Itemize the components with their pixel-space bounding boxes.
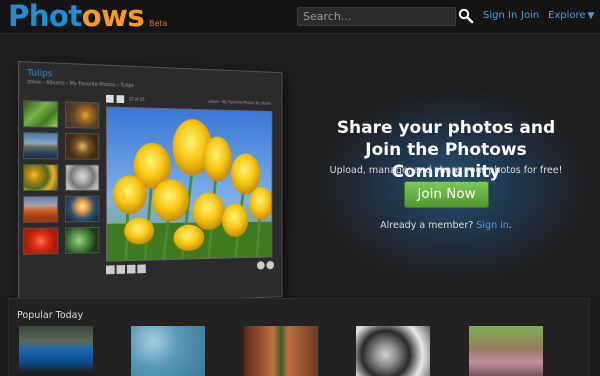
popular-today-section: Popular Today — [8, 298, 590, 376]
hero-headline-line2: Join the Photows Community — [365, 140, 527, 182]
popular-photo-people[interactable] — [469, 326, 543, 376]
facebook-icon[interactable] — [106, 265, 115, 275]
popular-photo-droplets[interactable] — [131, 326, 205, 376]
member-text: Already a member? — [380, 220, 474, 231]
hero-subtitle: Upload, manage, and share your photos fo… — [329, 165, 563, 176]
thumbnail-bee — [65, 101, 100, 129]
popular-photo-christmas-tree[interactable] — [244, 326, 318, 376]
photo-album-label: album: My Favorite Photos by steve — [208, 99, 271, 106]
share-icon[interactable] — [126, 264, 136, 274]
prev-icon[interactable] — [106, 94, 114, 103]
hero-headline-line1: Share your photos and — [336, 118, 556, 138]
tulips-image — [106, 107, 273, 262]
thumbnail-insect — [65, 132, 100, 160]
popular-photo-tire[interactable] — [356, 326, 430, 376]
favorite-icon[interactable] — [266, 260, 275, 270]
app-preview: Tulips steve › Albums › My Favorite Phot… — [18, 61, 303, 311]
logo[interactable]: Photows — [8, 0, 145, 33]
member-sign-in-link[interactable]: Sign in — [476, 220, 508, 231]
thumbnail-sunflowers — [23, 164, 59, 191]
beta-badge: Beta — [149, 19, 168, 28]
explore-label: Explore — [548, 10, 586, 21]
search-input[interactable] — [297, 7, 456, 26]
embed-icon[interactable] — [137, 264, 146, 274]
thumbnail-desert — [23, 195, 59, 223]
preview-breadcrumb: steve › Albums › My Favorite Photos › Tu… — [27, 79, 134, 89]
photo-counter: 12 of 20 — [128, 96, 145, 102]
main-photo-tulips — [106, 106, 273, 262]
member-prompt: Already a member? Sign in. — [317, 220, 575, 231]
thumbnail-jellyfish — [65, 195, 100, 223]
thumbnail-red-flower — [23, 227, 59, 255]
sign-in-link[interactable]: Sign In — [483, 10, 517, 21]
popular-photo-car[interactable] — [19, 326, 93, 376]
explore-menu[interactable]: Explore ▼ — [548, 10, 594, 21]
caret-down-icon: ▼ — [587, 11, 595, 21]
logo-text-accent: ows — [81, 0, 145, 33]
search-icon[interactable] — [458, 8, 474, 24]
preview-screen: Tulips steve › Albums › My Favorite Phot… — [18, 61, 283, 308]
twitter-icon[interactable] — [116, 265, 126, 274]
thumbnail-grass — [23, 100, 59, 128]
join-link[interactable]: Join — [521, 10, 539, 21]
thumbnail-koala — [65, 164, 100, 191]
top-bar: Photows Beta Sign In Join Explore▼ — [0, 0, 600, 33]
popular-title: Popular Today — [17, 310, 84, 321]
preview-album-title: Tulips — [27, 68, 53, 80]
member-period: . — [508, 220, 512, 231]
next-icon[interactable] — [116, 95, 125, 104]
hero-section: Tulips steve › Albums › My Favorite Phot… — [0, 33, 600, 308]
info-icon[interactable] — [256, 261, 265, 270]
thumbnail-leaves — [65, 226, 100, 254]
thumbnail-mountain-lake — [23, 132, 59, 160]
join-now-button[interactable]: Join Now — [404, 181, 489, 208]
logo-text-main: Phot — [8, 0, 82, 33]
